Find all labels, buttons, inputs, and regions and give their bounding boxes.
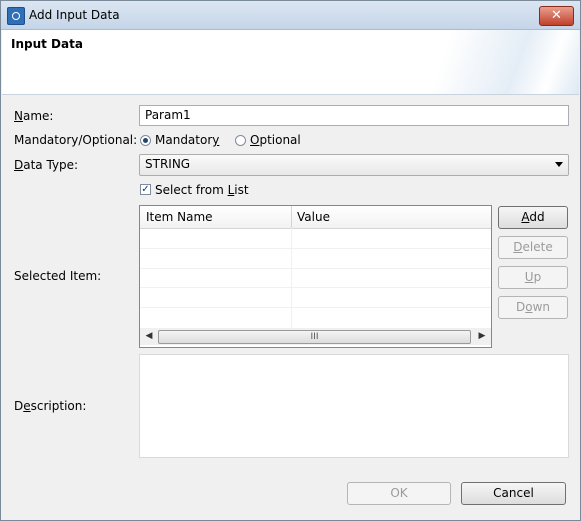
column-header-item-name[interactable]: Item Name [140,206,292,228]
cancel-button[interactable]: Cancel [461,482,566,505]
optional-radio[interactable] [235,135,246,146]
data-type-value: STRING [145,157,191,171]
optional-radio-label[interactable]: Optional [250,133,301,147]
mandatory-optional-label: Mandatory/Optional: [14,133,138,147]
scroll-left-icon[interactable]: ◀ [142,329,156,344]
select-from-list-label[interactable]: Select from List [155,183,249,197]
mandatory-radio[interactable] [140,135,151,146]
name-input-value: Param1 [145,108,191,122]
column-header-value[interactable]: Value [291,206,491,228]
down-button[interactable]: Down [498,296,568,319]
table-header: Item Name Value [140,206,491,229]
name-input[interactable]: Param1 [139,105,569,126]
title-bar: Add Input Data ✕ [1,1,580,30]
checkmark-icon: ✓ [141,184,150,195]
mandatory-radio-label[interactable]: Mandatory [155,133,219,147]
window-title: Add Input Data [29,8,120,22]
scroll-right-icon[interactable]: ▶ [475,329,489,344]
app-icon [7,7,25,25]
up-button[interactable]: Up [498,266,568,289]
column-divider [291,228,292,328]
table-row[interactable] [140,268,491,269]
table-row[interactable] [140,248,491,249]
ok-button[interactable]: OK [347,482,451,505]
add-input-data-dialog: Add Input Data ✕ Input Data Name: Param1… [0,0,581,521]
dialog-header: Input Data [2,30,579,95]
description-textarea[interactable] [139,354,569,458]
add-button[interactable]: Add [498,206,568,229]
close-icon: ✕ [551,8,562,23]
table-row[interactable] [140,307,491,308]
close-button[interactable]: ✕ [539,6,574,26]
delete-button[interactable]: Delete [498,236,568,259]
table-row[interactable] [140,287,491,288]
header-title: Input Data [11,37,83,51]
name-label: Name: [14,109,54,123]
scrollbar-thumb[interactable]: III [158,330,471,344]
description-label: Description: [14,399,87,413]
selected-item-table[interactable]: Item Name Value ◀ III ▶ [139,205,492,348]
select-from-list-checkbox[interactable]: ✓ [140,184,151,195]
horizontal-scrollbar[interactable]: ◀ III ▶ [140,328,491,345]
chevron-down-icon [555,162,563,167]
data-type-label: Data Type: [14,158,79,172]
selected-item-label: Selected Item: [14,269,102,283]
data-type-select[interactable]: STRING [139,154,569,176]
